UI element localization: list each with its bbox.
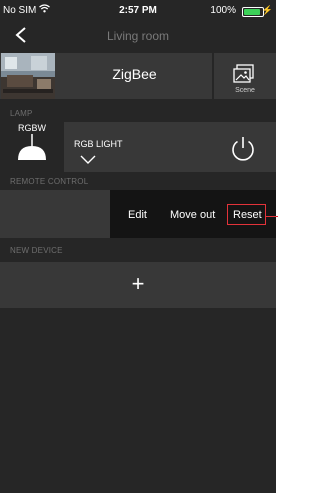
lamp-type-label: RGBW bbox=[18, 123, 46, 133]
nav-bar: Living room bbox=[0, 20, 276, 50]
power-icon[interactable] bbox=[228, 134, 258, 162]
remote-item[interactable] bbox=[0, 190, 110, 238]
scene-label: Scene bbox=[235, 87, 255, 94]
section-header-new-device: NEW DEVICE bbox=[10, 246, 63, 255]
charging-icon: ⚡ bbox=[261, 5, 273, 15]
battery-percent: 100% bbox=[210, 5, 236, 16]
section-header-lamp: LAMP bbox=[10, 109, 33, 118]
chevron-down-icon[interactable] bbox=[80, 151, 96, 169]
scene-button[interactable]: Scene bbox=[214, 53, 276, 99]
plus-icon: + bbox=[131, 271, 145, 296]
scene-icon bbox=[233, 64, 255, 89]
battery-icon bbox=[242, 7, 264, 17]
lamp-row[interactable]: RGBW RGB LIGHT bbox=[0, 122, 276, 172]
lamp-name: RGB LIGHT bbox=[74, 139, 123, 149]
room-photo bbox=[1, 53, 55, 99]
status-bar: No SIM 2:57 PM 100% ⚡ bbox=[0, 0, 276, 20]
lamp-type-tile: RGBW bbox=[0, 122, 64, 172]
callout-line bbox=[266, 216, 278, 217]
add-device-button[interactable]: + bbox=[0, 262, 276, 308]
room-name: ZigBee bbox=[112, 66, 157, 82]
edit-button[interactable]: Edit bbox=[128, 209, 147, 221]
lamp-icon bbox=[15, 134, 49, 173]
page-title: Living room bbox=[106, 29, 170, 43]
section-header-remote: REMOTE CONTROL bbox=[10, 177, 89, 186]
room-row[interactable]: ZigBee Scene bbox=[0, 53, 276, 99]
remote-row: Edit Move out Reset bbox=[0, 190, 276, 238]
reset-highlight bbox=[227, 204, 266, 225]
phone-screen: No SIM 2:57 PM 100% ⚡ Living room ZigBee… bbox=[0, 0, 276, 493]
move-out-button[interactable]: Move out bbox=[170, 209, 215, 221]
